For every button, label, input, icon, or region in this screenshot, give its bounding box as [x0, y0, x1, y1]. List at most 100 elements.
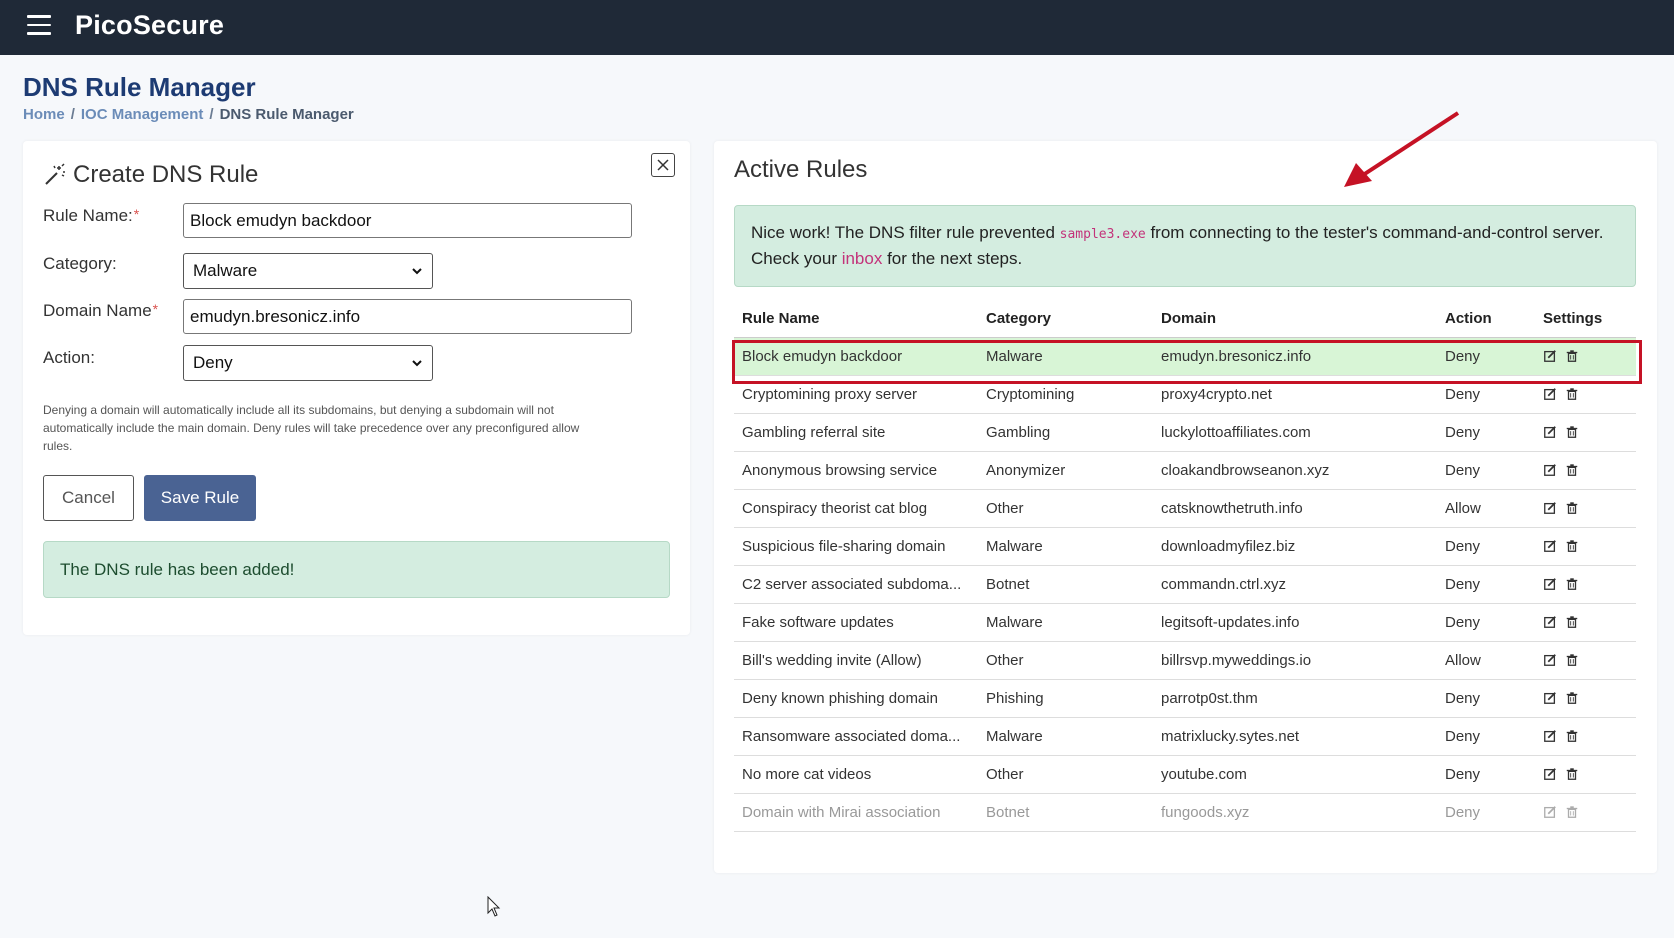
cell-domain: emudyn.bresonicz.info — [1153, 337, 1437, 376]
column-header-action[interactable]: Action — [1437, 301, 1535, 338]
cell-domain: legitsoft-updates.info — [1153, 603, 1437, 642]
cell-action: Allow — [1437, 641, 1535, 680]
row-actions — [1543, 539, 1628, 553]
inbox-link[interactable]: inbox — [842, 249, 883, 268]
edit-icon[interactable] — [1543, 615, 1557, 629]
column-header-settings: Settings — [1535, 301, 1636, 338]
edit-icon[interactable] — [1543, 425, 1557, 439]
create-rule-card: Create DNS Rule Rule Name:* Category: Ma… — [23, 141, 690, 635]
trash-icon[interactable] — [1565, 425, 1579, 439]
table-header-row: Rule Name Category Domain Action Setting… — [734, 301, 1636, 338]
column-header-domain[interactable]: Domain — [1153, 301, 1437, 338]
cell-action: Deny — [1437, 679, 1535, 718]
cell-settings — [1535, 793, 1636, 832]
row-actions — [1543, 577, 1628, 591]
cancel-button[interactable]: Cancel — [43, 475, 134, 521]
required-mark: * — [133, 206, 140, 222]
table-row[interactable]: C2 server associated subdoma... Botnet com… — [734, 565, 1636, 604]
table-row[interactable]: No more cat videos Other youtube.com Deny — [734, 755, 1636, 794]
edit-icon[interactable] — [1543, 691, 1557, 705]
trash-icon[interactable] — [1565, 729, 1579, 743]
brand-logo[interactable]: PicoSecure — [75, 10, 224, 41]
cell-action: Deny — [1437, 565, 1535, 604]
column-header-rule-name[interactable]: Rule Name — [734, 301, 978, 338]
close-button[interactable] — [651, 153, 675, 177]
category-select[interactable]: Malware — [183, 253, 433, 289]
trash-icon[interactable] — [1565, 387, 1579, 401]
cell-category: Malware — [978, 527, 1153, 566]
table-row[interactable]: Block emudyn backdoor Malware emudyn.breso… — [734, 337, 1636, 376]
cell-action: Deny — [1437, 451, 1535, 490]
cell-domain: billrsvp.myweddings.io — [1153, 641, 1437, 680]
breadcrumb-current: DNS Rule Manager — [219, 106, 354, 123]
cell-rule-name: C2 server associated subdoma... — [734, 565, 978, 604]
active-rules-title: Active Rules — [734, 156, 868, 183]
cell-category: Botnet — [978, 793, 1153, 832]
edit-icon[interactable] — [1543, 387, 1557, 401]
table-row[interactable]: Ransomware associated doma... Malware matr… — [734, 717, 1636, 756]
action-select[interactable]: Deny — [183, 345, 433, 381]
trash-icon[interactable] — [1565, 615, 1579, 629]
row-actions — [1543, 805, 1628, 819]
page-title: DNS Rule Manager — [23, 72, 256, 102]
table-row[interactable]: Domain with Mirai association Botnet fungo… — [734, 793, 1636, 832]
table-row[interactable]: Bill's wedding invite (Allow) Other billrs… — [734, 641, 1636, 680]
row-actions — [1543, 425, 1628, 439]
row-actions — [1543, 653, 1628, 667]
breadcrumb: Home / IOC Management / DNS Rule Manager — [23, 106, 354, 123]
cell-settings — [1535, 527, 1636, 566]
edit-icon[interactable] — [1543, 463, 1557, 477]
table-row[interactable]: Anonymous browsing service Anonymizer cloa… — [734, 451, 1636, 490]
edit-icon[interactable] — [1543, 767, 1557, 781]
alert-code-filename: sample3.exe — [1059, 227, 1146, 242]
table-row[interactable]: Cryptomining proxy server Cryptomining pro… — [734, 375, 1636, 414]
trash-icon[interactable] — [1565, 577, 1579, 591]
trash-icon[interactable] — [1565, 349, 1579, 363]
cell-rule-name: Suspicious file-sharing domain — [734, 527, 978, 566]
cell-category: Other — [978, 755, 1153, 794]
cell-settings — [1535, 679, 1636, 718]
trash-icon[interactable] — [1565, 653, 1579, 667]
cell-domain: youtube.com — [1153, 755, 1437, 794]
save-rule-button[interactable]: Save Rule — [144, 475, 256, 521]
rules-table: Rule Name Category Domain Action Setting… — [734, 301, 1636, 832]
trash-icon[interactable] — [1565, 501, 1579, 515]
alert-text: Nice work! The DNS filter rule prevented — [751, 223, 1060, 242]
success-info-alert: Nice work! The DNS filter rule prevented… — [734, 205, 1636, 287]
breadcrumb-ioc-management[interactable]: IOC Management — [81, 106, 204, 123]
trash-icon[interactable] — [1565, 805, 1579, 819]
cell-rule-name: Fake software updates — [734, 603, 978, 642]
table-row[interactable]: Deny known phishing domain Phishing parrot… — [734, 679, 1636, 718]
domain-name-label: Domain Name* — [43, 301, 159, 320]
table-row[interactable]: Conspiracy theorist cat blog Other catskno… — [734, 489, 1636, 528]
table-row[interactable]: Fake software updates Malware legitsoft-up… — [734, 603, 1636, 642]
edit-icon[interactable] — [1543, 653, 1557, 667]
trash-icon[interactable] — [1565, 539, 1579, 553]
cell-settings — [1535, 375, 1636, 414]
chevron-down-icon — [412, 360, 422, 367]
domain-name-input[interactable] — [183, 299, 632, 334]
edit-icon[interactable] — [1543, 729, 1557, 743]
edit-icon[interactable] — [1543, 501, 1557, 515]
breadcrumb-home[interactable]: Home — [23, 106, 65, 123]
edit-icon[interactable] — [1543, 539, 1557, 553]
hamburger-icon[interactable] — [27, 15, 51, 35]
trash-icon[interactable] — [1565, 691, 1579, 705]
trash-icon[interactable] — [1565, 767, 1579, 781]
edit-icon[interactable] — [1543, 805, 1557, 819]
table-row[interactable]: Suspicious file-sharing domain Malware dow… — [734, 527, 1636, 566]
magic-wand-icon — [45, 163, 65, 185]
cell-settings — [1535, 603, 1636, 642]
cell-rule-name: Gambling referral site — [734, 413, 978, 452]
rule-name-input[interactable] — [183, 203, 632, 238]
edit-icon[interactable] — [1543, 349, 1557, 363]
table-row[interactable]: Gambling referral site Gambling luckylotto… — [734, 413, 1636, 452]
cell-action: Deny — [1437, 337, 1535, 376]
cell-action: Deny — [1437, 793, 1535, 832]
edit-icon[interactable] — [1543, 577, 1557, 591]
row-actions — [1543, 501, 1628, 515]
cell-category: Malware — [978, 603, 1153, 642]
column-header-category[interactable]: Category — [978, 301, 1153, 338]
trash-icon[interactable] — [1565, 463, 1579, 477]
cell-rule-name: Deny known phishing domain — [734, 679, 978, 718]
